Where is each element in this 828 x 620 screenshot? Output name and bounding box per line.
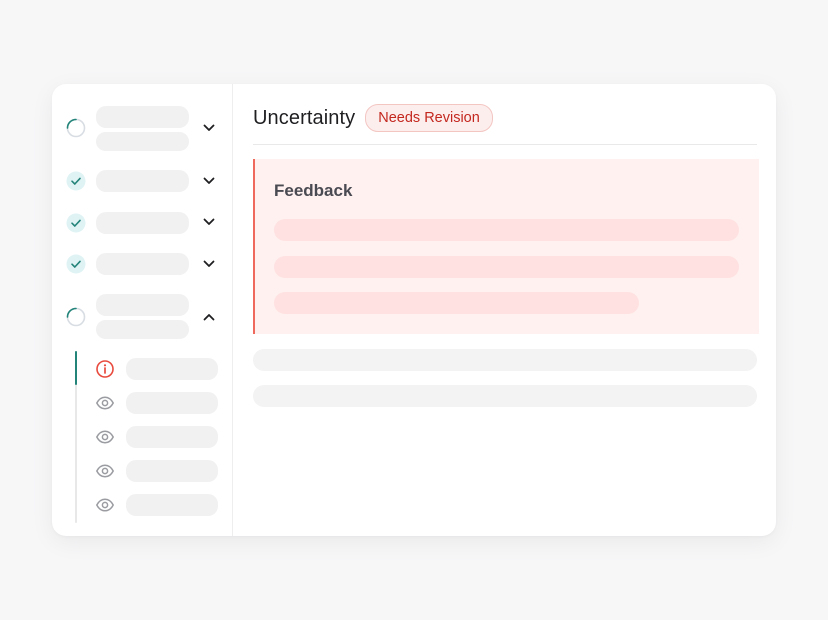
alert-info-icon bbox=[96, 360, 114, 378]
progress-spinner-icon bbox=[66, 307, 86, 327]
sidebar-item-title-placeholder bbox=[96, 106, 189, 128]
header: Uncertainty Needs Revision bbox=[253, 104, 493, 132]
review-card: Uncertainty Needs Revision Feedback bbox=[52, 84, 776, 536]
check-circle-icon bbox=[66, 213, 86, 233]
main-panel: Uncertainty Needs Revision Feedback bbox=[253, 84, 759, 536]
chevron-down-icon[interactable] bbox=[202, 215, 216, 229]
sidebar bbox=[52, 84, 233, 536]
sidebar-item-title-placeholder bbox=[96, 294, 189, 316]
eye-icon bbox=[96, 464, 114, 478]
sub-item-label-placeholder bbox=[126, 392, 218, 414]
check-circle-icon bbox=[66, 254, 86, 274]
feedback-text-placeholder bbox=[274, 292, 639, 314]
sub-item-label-placeholder bbox=[126, 358, 218, 380]
chevron-down-icon[interactable] bbox=[202, 257, 216, 271]
chevron-down-icon[interactable] bbox=[202, 174, 216, 188]
content-placeholder bbox=[253, 349, 757, 371]
sub-item-label-placeholder bbox=[126, 460, 218, 482]
feedback-text-placeholder bbox=[274, 219, 739, 241]
eye-icon bbox=[96, 396, 114, 410]
check-circle-icon bbox=[66, 171, 86, 191]
header-divider bbox=[253, 144, 757, 145]
page-title: Uncertainty bbox=[253, 106, 356, 129]
sidebar-item-subtitle-placeholder bbox=[96, 132, 189, 151]
feedback-text-placeholder bbox=[274, 256, 739, 278]
sidebar-item-title-placeholder bbox=[96, 212, 189, 234]
sub-item-label-placeholder bbox=[126, 426, 218, 448]
eye-icon bbox=[96, 430, 114, 444]
sidebar-item-title-placeholder bbox=[96, 253, 189, 275]
chevron-down-icon[interactable] bbox=[202, 121, 216, 135]
feedback-title: Feedback bbox=[274, 181, 353, 200]
sidebar-item-title-placeholder bbox=[96, 170, 189, 192]
sub-item-label-placeholder bbox=[126, 494, 218, 516]
sub-item-active-indicator bbox=[75, 351, 77, 385]
progress-spinner-icon bbox=[66, 118, 86, 138]
sidebar-item-subtitle-placeholder bbox=[96, 320, 189, 339]
chevron-up-icon[interactable] bbox=[202, 310, 216, 324]
status-badge: Needs Revision bbox=[365, 104, 493, 132]
feedback-panel: Feedback bbox=[253, 159, 759, 334]
content-placeholder bbox=[253, 385, 757, 407]
eye-icon bbox=[96, 498, 114, 512]
